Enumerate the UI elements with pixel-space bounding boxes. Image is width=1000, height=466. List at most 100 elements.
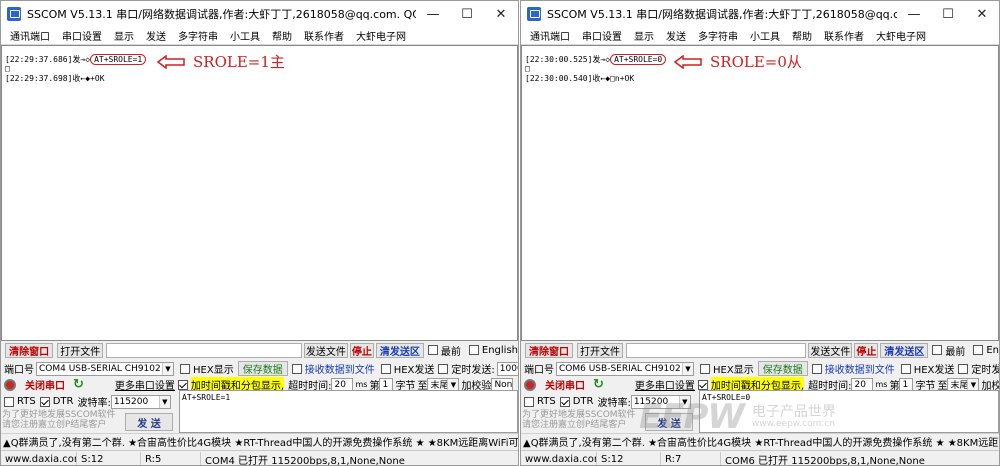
menu-display[interactable]: 显示 — [108, 28, 140, 43]
menu-serial-settings[interactable]: 串口设置 — [576, 28, 628, 43]
menu-comm-port[interactable]: 通讯端口 — [4, 28, 56, 43]
hex-display-checkbox[interactable] — [700, 363, 710, 374]
menu-serial-settings[interactable]: 串口设置 — [56, 28, 108, 43]
close-port-button[interactable]: 关闭串口 — [540, 377, 590, 392]
open-file-button[interactable]: 打开文件 — [57, 342, 104, 358]
hex-send-checkbox[interactable] — [380, 363, 391, 374]
send-text-area[interactable]: AT+SROLE=0 — [699, 390, 999, 433]
maximize-icon[interactable]: ☐ — [931, 1, 965, 27]
timeout-unit: ms — [355, 380, 368, 389]
add-timestamp-checkbox[interactable] — [697, 379, 708, 390]
timed-send-label: 定时发送: — [971, 365, 999, 376]
ticker-bar: ▲Q群满员了,没有第二个群. ★合宙高性价比4G模块 ★RT-Thread中国人… — [521, 433, 999, 449]
sscom-app-icon — [527, 7, 541, 21]
send-button[interactable]: 发 送 — [645, 413, 693, 431]
stop-button[interactable]: 停止 — [349, 342, 374, 358]
left-arrow-icon — [157, 54, 185, 69]
timed-send-checkbox[interactable] — [958, 363, 969, 374]
menu-tools[interactable]: 小工具 — [744, 28, 786, 43]
hex-send-checkbox[interactable] — [900, 363, 911, 374]
english-checkbox[interactable] — [973, 345, 984, 355]
baud-label: 波特率: — [597, 398, 631, 409]
more-settings-button[interactable]: 更多串口设置 — [114, 377, 176, 392]
send-file-button[interactable]: 发送文件 — [303, 342, 348, 358]
timed-send-checkbox[interactable] — [438, 363, 449, 374]
chevron-down-icon: ▼ — [162, 362, 173, 375]
recv-line: [22:30:00.540]收←◆□n+OK — [525, 74, 995, 84]
menu-comm-port[interactable]: 通讯端口 — [524, 28, 576, 43]
save-data-button[interactable]: 保存数据 — [237, 361, 288, 376]
recv-line-prefix: [22:30:00.525]发→◇ — [525, 55, 611, 64]
status-website[interactable]: www.daxia.com — [521, 451, 597, 465]
open-file-button[interactable]: 打开文件 — [577, 342, 623, 358]
clear-window-button[interactable]: 清除窗口 — [525, 342, 573, 358]
port-select[interactable]: COM6 USB-SERIAL CH9102 ▼ — [556, 361, 694, 376]
rts-checkbox[interactable] — [4, 396, 14, 407]
menu-contact[interactable]: 联系作者 — [818, 28, 870, 43]
recv-to-file-checkbox[interactable] — [811, 363, 822, 374]
menu-multi-string[interactable]: 多字符串 — [692, 28, 744, 43]
chevron-down-icon: ▼ — [158, 395, 170, 408]
sscom-app-icon — [7, 7, 21, 21]
send-text-area[interactable]: AT+SROLE=1 — [179, 390, 518, 433]
send-file-button[interactable]: 发送文件 — [808, 342, 853, 358]
english-label: En — [986, 344, 999, 356]
close-port-button[interactable]: 关闭串口 — [20, 377, 70, 392]
menu-contact[interactable]: 联系作者 — [298, 28, 350, 43]
minimize-icon[interactable]: — — [897, 1, 931, 27]
english-checkbox[interactable] — [468, 345, 479, 355]
status-recv-count: R:7 — [661, 451, 721, 465]
chevron-down-icon: ▼ — [682, 362, 693, 375]
timed-interval-input[interactable]: 1000 — [496, 361, 518, 376]
promo-text: 为了更好地发展SSCOM软件 请您注册嘉立创P结尾客户 — [522, 410, 636, 430]
menu-tools[interactable]: 小工具 — [224, 28, 266, 43]
menu-help[interactable]: 帮助 — [266, 28, 298, 43]
save-data-button[interactable]: 保存数据 — [757, 361, 808, 376]
close-icon[interactable]: ✕ — [484, 1, 518, 27]
toolbar-row: 清除窗口 打开文件 发送文件 停止 清发送区 最前 English — [1, 342, 518, 358]
stop-button[interactable]: 停止 — [854, 342, 879, 358]
baud-value: 115200 — [113, 396, 149, 407]
receive-area[interactable]: [22:29:37.686]发→◇ AT+SROLE=1 □ [22:29:37.… — [1, 45, 518, 341]
menu-help[interactable]: 帮助 — [786, 28, 818, 43]
status-website[interactable]: www.daxia.com — [1, 451, 77, 465]
topmost-checkbox[interactable] — [932, 345, 943, 355]
clear-send-button[interactable]: 清发送区 — [375, 342, 424, 358]
dtr-checkbox[interactable] — [39, 396, 50, 407]
hex-display-checkbox[interactable] — [180, 363, 190, 374]
dtr-checkbox[interactable] — [559, 396, 570, 407]
rts-label: RTS — [537, 396, 556, 407]
port-select[interactable]: COM4 USB-SERIAL CH9102 ▼ — [36, 361, 174, 376]
file-path-input[interactable] — [626, 342, 807, 358]
topmost-checkbox[interactable] — [427, 345, 438, 355]
menu-send[interactable]: 发送 — [660, 28, 692, 43]
recv-line-text: □ — [5, 64, 10, 73]
maximize-icon[interactable]: ☐ — [450, 1, 484, 27]
annotation: SROLE=1主 — [157, 51, 285, 72]
refresh-icon[interactable]: ↻ — [73, 377, 84, 392]
hex-send-label: HEX发送 — [913, 365, 955, 376]
ticker-bar: ▲Q群满员了,没有第二个群. ★合宙高性价比4G模块 ★RT-Thread中国人… — [1, 433, 518, 449]
sscom-window-left: SSCOM V5.13.1 串口/网络数据调试器,作者:大虾丁丁,2618058… — [0, 0, 519, 466]
clear-send-button[interactable]: 清发送区 — [880, 342, 929, 358]
clear-window-button[interactable]: 清除窗口 — [5, 342, 54, 358]
menu-daxia-site[interactable]: 大虾电子网 — [350, 28, 412, 43]
rts-checkbox[interactable] — [524, 396, 534, 407]
baud-select[interactable]: 115200 ▼ — [110, 394, 171, 409]
port-status-icon — [524, 378, 536, 391]
timed-send-label: 定时发送: — [451, 365, 495, 376]
close-icon[interactable]: ✕ — [965, 1, 999, 27]
refresh-icon[interactable]: ↻ — [593, 377, 604, 392]
file-path-input[interactable] — [106, 342, 302, 358]
menu-multi-string[interactable]: 多字符串 — [172, 28, 224, 43]
minimize-icon[interactable]: — — [416, 1, 450, 27]
receive-area[interactable]: [22:30:00.525]发→◇ AT+SROLE=0 □ [22:30:00.… — [521, 45, 999, 341]
menu-send[interactable]: 发送 — [140, 28, 172, 43]
send-button[interactable]: 发 送 — [125, 413, 173, 431]
more-settings-button[interactable]: 更多串口设置 — [634, 377, 696, 392]
menu-daxia-site[interactable]: 大虾电子网 — [870, 28, 932, 43]
baud-select[interactable]: 115200 ▼ — [630, 394, 691, 409]
recv-to-file-checkbox[interactable] — [291, 363, 302, 374]
add-timestamp-checkbox[interactable] — [177, 379, 188, 390]
menu-display[interactable]: 显示 — [628, 28, 660, 43]
